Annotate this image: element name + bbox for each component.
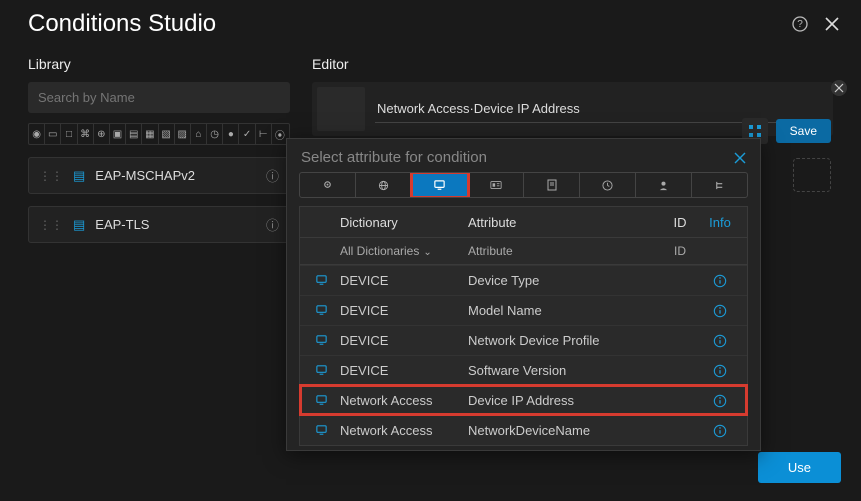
table-row[interactable]: DEVICE Device Type — [300, 265, 747, 295]
clear-condition-icon[interactable] — [831, 80, 847, 96]
info-icon[interactable]: ⓘ — [266, 215, 279, 234]
page-title: Conditions Studio — [28, 10, 216, 38]
condition-type-slot[interactable] — [317, 87, 365, 131]
info-icon[interactable] — [703, 394, 737, 408]
cat-box-icon[interactable]: □ — [61, 124, 77, 144]
cat-user-icon[interactable]: ● — [223, 124, 239, 144]
document-icon: ▤ — [73, 217, 85, 233]
tab-user-icon[interactable] — [636, 173, 692, 197]
tab-page-icon[interactable] — [524, 173, 580, 197]
cat-building-icon[interactable]: ⌂ — [191, 124, 207, 144]
cat-device-icon[interactable]: ▤ — [126, 124, 142, 144]
table-row[interactable]: DEVICE Software Version — [300, 355, 747, 385]
drag-handle-icon[interactable]: ⋮⋮ — [39, 169, 63, 183]
monitor-icon — [310, 304, 332, 317]
category-toolbar: ◉ ▭ □ ⌘ ⊕ ▣ ▤ ▦ ▧ ▨ ⌂ ◷ ● ✓ ⊢ ⦿ — [28, 123, 290, 145]
chevron-down-icon: ⌄ — [423, 247, 431, 258]
tab-device-icon[interactable] — [412, 173, 468, 197]
tab-id-icon[interactable] — [468, 173, 524, 197]
col-id: ID — [665, 215, 695, 230]
tab-globe-icon[interactable] — [356, 173, 412, 197]
list-item[interactable]: ⋮⋮ ▤ EAP-TLS ⓘ — [28, 206, 290, 243]
search-input[interactable] — [28, 82, 290, 113]
cat-group-icon[interactable]: ⌘ — [78, 124, 94, 144]
popover-close-icon[interactable] — [734, 152, 746, 164]
help-icon[interactable]: ? — [791, 15, 809, 33]
filter-dictionary[interactable]: All Dictionaries⌄ — [340, 244, 460, 258]
close-icon[interactable] — [823, 15, 841, 33]
info-icon[interactable] — [703, 274, 737, 288]
info-icon[interactable] — [703, 424, 737, 438]
cell-dictionary: DEVICE — [340, 303, 460, 318]
condition-attribute-path[interactable]: Network Access·Device IP Address — [375, 95, 793, 123]
cell-dictionary: Network Access — [340, 423, 460, 438]
info-icon[interactable] — [703, 334, 737, 348]
svg-text:?: ? — [797, 19, 803, 30]
tab-tree-icon[interactable] — [692, 173, 747, 197]
info-icon[interactable] — [703, 304, 737, 318]
cell-dictionary: DEVICE — [340, 333, 460, 348]
cat-id-icon[interactable]: ▦ — [142, 124, 158, 144]
attribute-table: Dictionary Attribute ID Info All Diction… — [299, 206, 748, 446]
monitor-icon — [310, 274, 332, 287]
cell-dictionary: Network Access — [340, 393, 460, 408]
table-row[interactable]: Network Access Device IP Address — [300, 385, 747, 415]
tab-location-icon[interactable] — [300, 173, 356, 197]
monitor-icon — [310, 424, 332, 437]
cell-attribute: Software Version — [468, 363, 657, 378]
drag-handle-icon[interactable]: ⋮⋮ — [39, 218, 63, 232]
condition-dropzone[interactable] — [793, 158, 831, 192]
list-item-label: EAP-TLS — [95, 217, 256, 232]
list-item-label: EAP-MSCHAPv2 — [95, 168, 256, 183]
cat-pin-icon[interactable]: ◉ — [29, 124, 45, 144]
document-icon: ▤ — [73, 168, 85, 184]
popover-title: Select attribute for condition — [301, 149, 487, 166]
cat-check-icon[interactable]: ✓ — [239, 124, 255, 144]
col-info: Info — [703, 215, 737, 230]
save-button[interactable]: Save — [776, 119, 831, 143]
library-title: Library — [28, 56, 290, 72]
attribute-category-tabs — [299, 172, 748, 198]
cat-clock-icon[interactable]: ◷ — [207, 124, 223, 144]
use-button[interactable]: Use — [758, 452, 841, 483]
filter-id[interactable]: ID — [665, 244, 695, 258]
tab-clock-icon[interactable] — [580, 173, 636, 197]
cell-attribute: Model Name — [468, 303, 657, 318]
cell-attribute: NetworkDeviceName — [468, 423, 657, 438]
monitor-icon — [310, 364, 332, 377]
cat-monitor-icon[interactable]: ▣ — [110, 124, 126, 144]
cell-dictionary: DEVICE — [340, 273, 460, 288]
cat-card-icon[interactable]: ▭ — [45, 124, 61, 144]
col-attribute: Attribute — [468, 215, 657, 230]
cat-tree-icon[interactable]: ⊢ — [256, 124, 272, 144]
attribute-selector-popover: Select attribute for condition — [286, 138, 761, 451]
filter-attribute[interactable]: Attribute — [468, 244, 657, 258]
table-row[interactable]: DEVICE Network Device Profile — [300, 325, 747, 355]
info-icon[interactable] — [703, 364, 737, 378]
cat-globe-icon[interactable]: ⊕ — [94, 124, 110, 144]
cell-dictionary: DEVICE — [340, 363, 460, 378]
cat-page-icon[interactable]: ▧ — [159, 124, 175, 144]
cell-attribute: Device Type — [468, 273, 657, 288]
col-dictionary: Dictionary — [340, 215, 460, 230]
monitor-icon — [310, 334, 332, 347]
table-row[interactable]: Network Access NetworkDeviceName — [300, 415, 747, 445]
table-row[interactable]: DEVICE Model Name — [300, 295, 747, 325]
cell-attribute: Network Device Profile — [468, 333, 657, 348]
list-item[interactable]: ⋮⋮ ▤ EAP-MSCHAPv2 ⓘ — [28, 157, 290, 194]
monitor-icon — [310, 394, 332, 407]
cell-attribute: Device IP Address — [468, 393, 657, 408]
editor-title: Editor — [312, 56, 833, 72]
cat-layers-icon[interactable]: ▨ — [175, 124, 191, 144]
info-icon[interactable]: ⓘ — [266, 166, 279, 185]
